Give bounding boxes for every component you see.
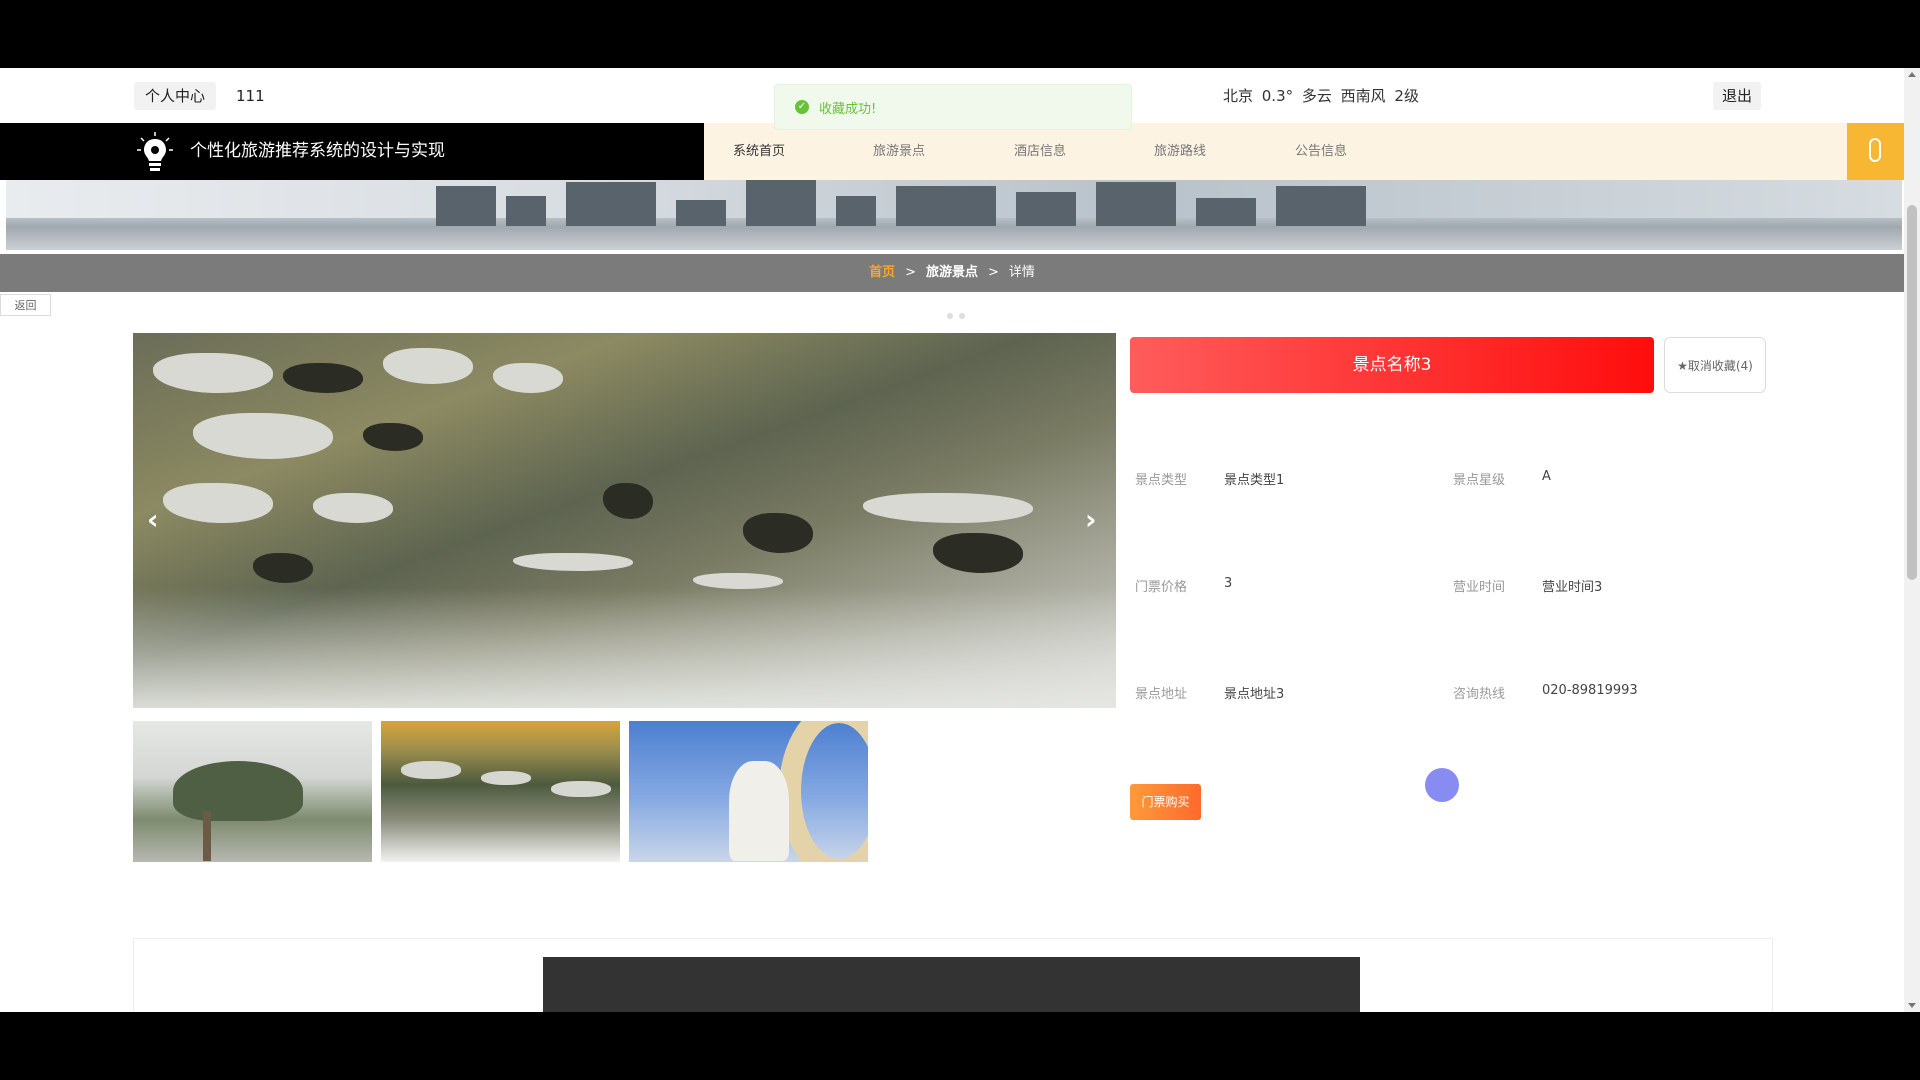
buy-ticket-button[interactable]: 门票购买 [1130, 784, 1201, 820]
field-value: 景点地址3 [1224, 687, 1285, 702]
page: 个人中心 111 北京 0.3° 多云 西南风 2级 退出 ✓ 收藏成功! 个性… [0, 68, 1920, 1012]
field-value: 3 [1224, 576, 1233, 591]
nav-item-attractions[interactable]: 旅游景点 [873, 123, 925, 180]
username: 111 [236, 87, 265, 105]
image-detail [933, 533, 1023, 573]
nav-item-hotels[interactable]: 酒店信息 [1014, 123, 1066, 180]
banner-building [1096, 182, 1176, 226]
mouse-icon [1869, 138, 1881, 162]
field-label: 景点星级 [1453, 473, 1506, 488]
main-image-carousel[interactable]: ‹ › [133, 333, 1116, 708]
image-detail [383, 348, 473, 384]
weather-info: 北京 0.3° 多云 西南风 2级 [1223, 87, 1419, 105]
carousel-dot[interactable] [947, 313, 953, 319]
banner-building [676, 200, 726, 226]
banner-building [746, 180, 816, 226]
video-player[interactable] [543, 957, 1360, 1012]
image-detail [313, 493, 393, 523]
field-label: 景点类型 [1135, 473, 1188, 488]
banner-building [566, 182, 656, 226]
thumbnail-tree [173, 761, 303, 821]
field-value: 营业时间3 [1542, 580, 1603, 595]
lightbulb-logo-icon [137, 132, 173, 171]
banner-building [896, 186, 996, 226]
banner-building [1016, 192, 1076, 226]
image-detail [153, 353, 273, 393]
carousel-dot[interactable] [959, 313, 965, 319]
site-title: 个性化旅游推荐系统的设计与实现 [190, 141, 445, 161]
banner-building [1276, 186, 1366, 226]
logout-button[interactable]: 退出 [1713, 82, 1761, 110]
banner-building [506, 196, 546, 226]
image-detail [163, 483, 273, 523]
field-value: 020-89819993 [1542, 683, 1638, 698]
carousel-dot[interactable] [935, 313, 941, 319]
chevron-left-icon[interactable]: ‹ [147, 503, 159, 536]
header: 个性化旅游推荐系统的设计与实现 系统首页 旅游景点 酒店信息 旅游路线 公告信息 [0, 123, 1904, 180]
field-label: 景点地址 [1135, 687, 1188, 702]
image-detail [493, 363, 563, 393]
breadcrumb-separator: > [905, 265, 916, 280]
carousel-dots [935, 304, 971, 323]
breadcrumb-current: 详情 [1008, 265, 1035, 280]
thumbnail-1[interactable] [133, 721, 372, 862]
image-detail [363, 423, 423, 451]
image-detail [551, 781, 611, 797]
field-value: A [1542, 469, 1551, 484]
personal-center-button[interactable]: 个人中心 [134, 82, 216, 110]
attraction-name: 景点名称3 [1130, 337, 1654, 393]
banner-ground [6, 226, 1902, 250]
nav-item-home[interactable]: 系统首页 [733, 123, 785, 180]
breadcrumb: 首页 > 旅游景点 > 详情 [0, 254, 1904, 292]
banner-carousel[interactable] [6, 180, 1902, 250]
image-detail [253, 553, 313, 583]
image-detail [193, 413, 333, 459]
scroll-down-icon[interactable] [1908, 1003, 1916, 1008]
thumbnail-3[interactable] [629, 721, 868, 862]
image-detail [693, 573, 783, 589]
scrollbar-thumb[interactable] [1907, 205, 1917, 580]
nav-item-notices[interactable]: 公告信息 [1295, 123, 1347, 180]
success-toast: ✓ 收藏成功! [774, 84, 1132, 130]
banner-building [436, 186, 496, 226]
chevron-right-icon[interactable]: › [1085, 503, 1097, 536]
thumbnail-trunk [203, 811, 211, 861]
image-detail [743, 513, 813, 553]
field-label: 门票价格 [1135, 580, 1188, 595]
breadcrumb-attractions[interactable]: 旅游景点 [926, 265, 978, 280]
image-detail [603, 483, 653, 519]
phone-button[interactable] [1847, 123, 1904, 180]
field-label: 咨询热线 [1453, 687, 1506, 702]
image-detail [283, 363, 363, 393]
field-value: 景点类型1 [1224, 473, 1285, 488]
thumbnail-2[interactable] [381, 721, 620, 862]
banner-building [836, 196, 876, 226]
image-detail [513, 553, 633, 571]
thumbnail-arch [779, 721, 868, 862]
image-detail [481, 771, 531, 785]
mouse-cursor-indicator [1425, 768, 1459, 802]
unfavorite-button[interactable]: ★取消收藏(4) [1664, 337, 1766, 393]
banner-building [1196, 198, 1256, 226]
image-water [133, 588, 1116, 708]
field-label: 营业时间 [1453, 580, 1506, 595]
image-detail [863, 493, 1033, 523]
thumbnail-statue [729, 761, 789, 861]
scroll-up-icon[interactable] [1908, 72, 1916, 77]
breadcrumb-separator: > [988, 265, 999, 280]
nav-item-routes[interactable]: 旅游路线 [1154, 123, 1206, 180]
breadcrumb-home[interactable]: 首页 [869, 265, 895, 280]
check-circle-icon: ✓ [795, 100, 809, 114]
brand[interactable]: 个性化旅游推荐系统的设计与实现 [0, 123, 704, 180]
back-button[interactable]: 返回 [0, 294, 51, 316]
image-detail [401, 761, 461, 779]
scrollbar[interactable] [1904, 68, 1920, 1012]
toast-message: 收藏成功! [819, 102, 877, 117]
